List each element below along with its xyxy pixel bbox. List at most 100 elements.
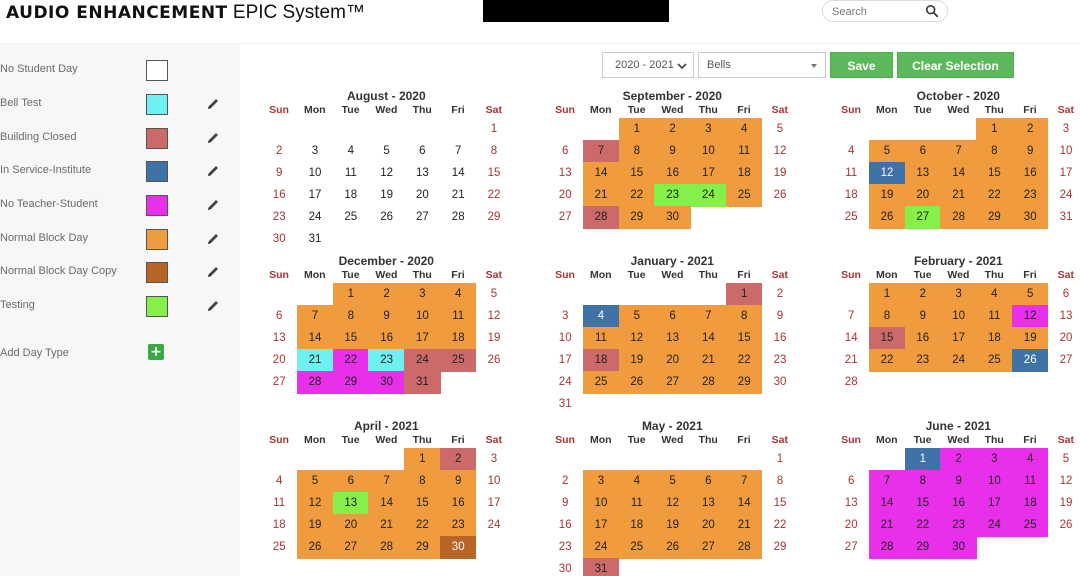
calendar-day[interactable]: 18: [726, 162, 763, 185]
calendar-day[interactable]: 4: [261, 470, 297, 493]
calendar-day[interactable]: 4: [440, 283, 477, 306]
calendar-day[interactable]: 16: [440, 492, 477, 515]
calendar-day[interactable]: 12: [296, 492, 334, 515]
calendar-day[interactable]: 13: [1048, 305, 1080, 328]
legend-item[interactable]: Normal Block Day Copy: [0, 260, 240, 284]
calendar-day[interactable]: 2: [547, 470, 583, 493]
calendar-day[interactable]: 5: [762, 118, 798, 141]
clear-selection-button[interactable]: Clear Selection: [897, 52, 1014, 78]
calendar-day[interactable]: 3: [976, 448, 1013, 471]
calendar-day[interactable]: 30: [261, 228, 297, 251]
calendar-day[interactable]: 27: [404, 206, 440, 229]
calendar-day[interactable]: 23: [547, 536, 583, 559]
calendar-day[interactable]: 22: [618, 184, 655, 207]
calendar-day[interactable]: 25: [261, 536, 297, 559]
calendar-day[interactable]: 9: [904, 305, 941, 328]
calendar-day[interactable]: 20: [904, 184, 941, 207]
search-input[interactable]: [832, 4, 928, 20]
calendar-day[interactable]: 6: [904, 140, 941, 163]
calendar-day[interactable]: 14: [440, 162, 476, 185]
calendar-day[interactable]: 2: [940, 448, 977, 471]
calendar-day[interactable]: 13: [904, 162, 941, 185]
calendar-day[interactable]: 20: [332, 514, 369, 537]
calendar-day[interactable]: 5: [476, 283, 512, 306]
calendar-day[interactable]: 8: [404, 470, 441, 493]
calendar-day[interactable]: 4: [333, 140, 369, 163]
calendar-day[interactable]: 2: [261, 140, 297, 163]
calendar-day[interactable]: 25: [618, 536, 655, 559]
calendar-day[interactable]: 21: [368, 514, 405, 537]
calendar-day[interactable]: 1: [904, 448, 941, 471]
calendar-day[interactable]: 9: [762, 305, 798, 328]
calendar-day[interactable]: 24: [940, 349, 977, 372]
calendar-day[interactable]: 31: [582, 558, 620, 576]
calendar-day[interactable]: 23: [904, 349, 941, 372]
calendar-day[interactable]: 15: [726, 327, 763, 350]
calendar-day[interactable]: 2: [1012, 118, 1049, 141]
calendar-day[interactable]: 24: [690, 184, 727, 207]
calendar-day[interactable]: 13: [261, 327, 297, 350]
calendar-day[interactable]: 5: [296, 470, 334, 493]
calendar-day[interactable]: 4: [833, 140, 869, 163]
calendar-day[interactable]: 12: [762, 140, 798, 163]
legend-item[interactable]: Building Closed: [0, 126, 240, 150]
calendar-day[interactable]: 29: [726, 371, 763, 394]
calendar-day[interactable]: 5: [1048, 448, 1080, 471]
calendar-day[interactable]: 15: [618, 162, 655, 185]
calendar-day[interactable]: 21: [440, 184, 476, 207]
calendar-day[interactable]: 30: [440, 536, 477, 559]
legend-color-swatch[interactable]: [146, 229, 168, 250]
calendar-day[interactable]: 31: [297, 228, 333, 251]
calendar-day[interactable]: 8: [476, 140, 512, 163]
calendar-day[interactable]: 22: [904, 514, 941, 537]
calendar-day[interactable]: 13: [833, 492, 869, 515]
calendar-day[interactable]: 19: [1012, 327, 1049, 350]
calendar-day[interactable]: 22: [476, 184, 512, 207]
calendar-day[interactable]: 24: [582, 536, 620, 559]
calendar-day[interactable]: 27: [547, 206, 583, 229]
calendar-day[interactable]: 2: [440, 448, 477, 471]
calendar-day[interactable]: 3: [582, 470, 620, 493]
calendar-day[interactable]: 1: [976, 118, 1013, 141]
calendar-day[interactable]: 11: [726, 140, 763, 163]
calendar-day[interactable]: 28: [726, 536, 763, 559]
calendar-day[interactable]: 25: [976, 349, 1013, 372]
calendar-day[interactable]: 30: [940, 536, 977, 559]
calendar-day[interactable]: 26: [1012, 349, 1049, 372]
calendar-day[interactable]: 1: [868, 283, 906, 306]
calendar-day[interactable]: 21: [940, 184, 977, 207]
calendar-day[interactable]: 28: [296, 371, 334, 394]
calendar-day[interactable]: 15: [476, 162, 512, 185]
calendar-day[interactable]: 21: [726, 514, 763, 537]
calendar-day[interactable]: 24: [297, 206, 333, 229]
calendar-day[interactable]: 29: [976, 206, 1013, 229]
legend-color-swatch[interactable]: [146, 262, 168, 283]
bells-select[interactable]: Bells: [698, 52, 826, 78]
calendar-day[interactable]: 11: [582, 327, 620, 350]
calendar-day[interactable]: 10: [297, 162, 333, 185]
calendar-day[interactable]: 27: [690, 536, 727, 559]
calendar-day[interactable]: 9: [1012, 140, 1049, 163]
calendar-day[interactable]: 8: [726, 305, 763, 328]
calendar-day[interactable]: 29: [762, 536, 798, 559]
calendar-day[interactable]: 6: [833, 470, 869, 493]
calendar-day[interactable]: 24: [976, 514, 1013, 537]
calendar-day[interactable]: 30: [547, 558, 583, 576]
calendar-day[interactable]: 15: [868, 327, 906, 350]
calendar-day[interactable]: 10: [547, 327, 583, 350]
calendar-day[interactable]: 4: [726, 118, 763, 141]
calendar-day[interactable]: 14: [868, 492, 906, 515]
calendar-day[interactable]: 23: [368, 349, 405, 372]
calendar-day[interactable]: 7: [582, 140, 620, 163]
calendar-day[interactable]: 12: [654, 492, 691, 515]
calendar-day[interactable]: 17: [404, 327, 441, 350]
calendar-day[interactable]: 30: [1012, 206, 1049, 229]
calendar-day[interactable]: 30: [368, 371, 405, 394]
add-icon[interactable]: +: [148, 344, 164, 360]
legend-item[interactable]: Normal Block Day: [0, 227, 240, 251]
calendar-day[interactable]: 25: [833, 206, 869, 229]
calendar-day[interactable]: 22: [762, 514, 798, 537]
calendar-day[interactable]: 10: [404, 305, 441, 328]
calendar-day[interactable]: 22: [332, 349, 369, 372]
calendar-day[interactable]: 14: [940, 162, 977, 185]
